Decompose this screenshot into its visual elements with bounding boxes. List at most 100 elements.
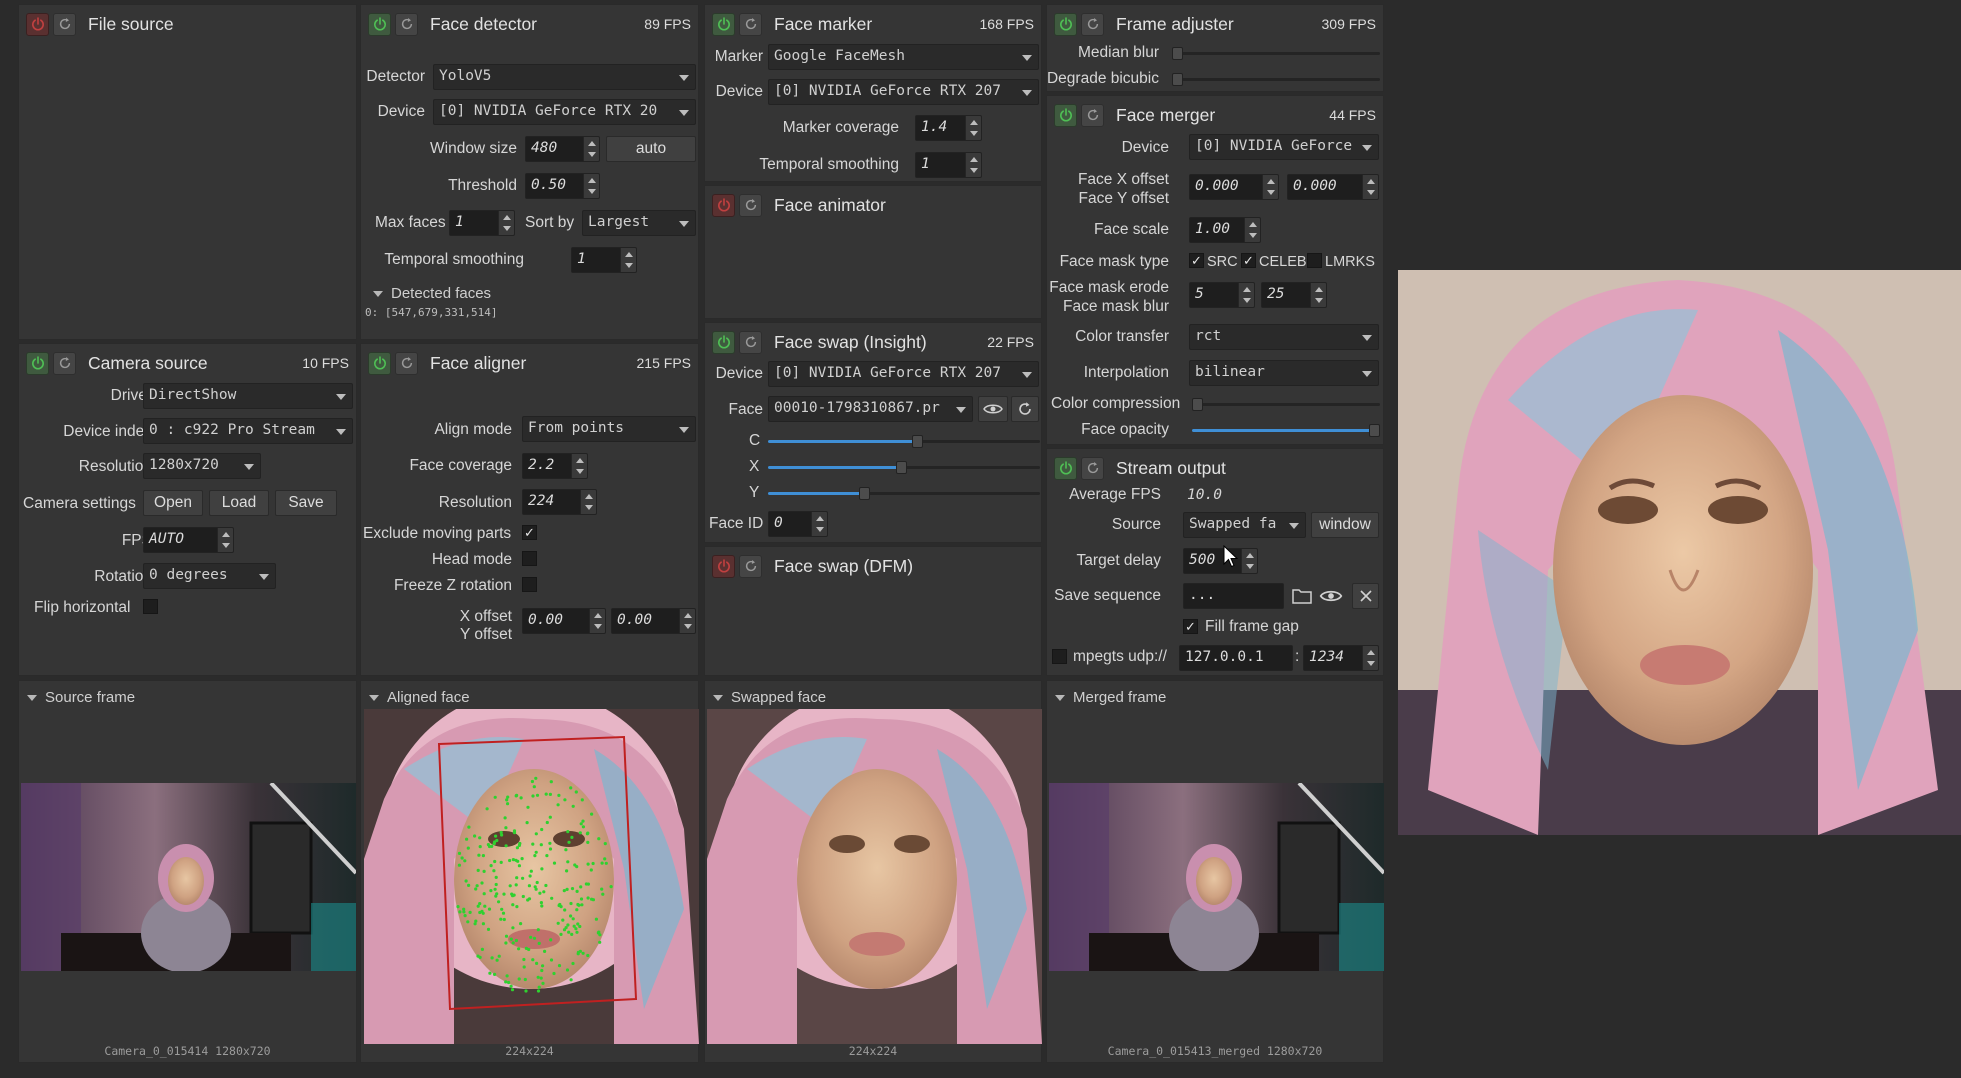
- reset-icon[interactable]: [739, 554, 762, 578]
- mpegts-checkbox[interactable]: [1052, 649, 1067, 664]
- face-id-spinbox[interactable]: 0: [768, 511, 828, 537]
- device-select[interactable]: [0] NVIDIA GeForce RTX 207: [768, 79, 1039, 105]
- x-offset-spinbox[interactable]: 0.00: [522, 608, 606, 634]
- face-mask-erode-spinbox[interactable]: 5: [1189, 282, 1255, 308]
- align-mode-select[interactable]: From points: [522, 416, 696, 442]
- temporal-smoothing-spinbox[interactable]: 1: [915, 152, 982, 178]
- reset-icon[interactable]: [739, 193, 762, 217]
- reset-icon[interactable]: [395, 351, 418, 375]
- device-select[interactable]: [0] NVIDIA GeForce RTX 207: [768, 361, 1039, 387]
- y-slider[interactable]: [768, 487, 1040, 500]
- power-icon[interactable]: [26, 351, 49, 375]
- spin-arrows-icon[interactable]: [811, 512, 827, 536]
- slider-handle[interactable]: [1369, 424, 1380, 437]
- spin-arrows-icon[interactable]: [1238, 283, 1254, 307]
- reset-icon[interactable]: [53, 351, 76, 375]
- sort-by-select[interactable]: Largest: [582, 210, 696, 236]
- window-size-spinbox[interactable]: 480: [525, 136, 600, 162]
- reset-icon[interactable]: [739, 330, 762, 354]
- spin-arrows-icon[interactable]: [1310, 283, 1326, 307]
- flip-horizontal-checkbox[interactable]: [143, 599, 158, 614]
- slider-handle[interactable]: [859, 487, 871, 500]
- spin-arrows-icon[interactable]: [571, 454, 587, 478]
- slider-handle[interactable]: [1172, 47, 1183, 60]
- power-icon[interactable]: [1054, 456, 1077, 480]
- face-x-offset-spinbox[interactable]: 0.000: [1189, 174, 1279, 200]
- spin-arrows-icon[interactable]: [965, 116, 981, 140]
- swapped-face-toggle[interactable]: Swapped face: [713, 689, 826, 706]
- spin-arrows-icon[interactable]: [1362, 175, 1378, 199]
- color-transfer-select[interactable]: rct: [1189, 324, 1379, 350]
- address-field[interactable]: 127.0.0.1: [1179, 645, 1293, 671]
- fps-spinbox[interactable]: AUTO: [143, 527, 234, 553]
- face-opacity-slider[interactable]: [1192, 424, 1380, 437]
- power-icon[interactable]: [712, 330, 735, 354]
- load-button[interactable]: Load: [209, 490, 269, 516]
- spin-arrows-icon[interactable]: [1262, 175, 1278, 199]
- resolution-select[interactable]: 1280x720: [143, 453, 261, 479]
- device-index-select[interactable]: 0 : c922 Pro Stream: [143, 418, 353, 444]
- slider-handle[interactable]: [1192, 398, 1203, 411]
- freeze-z-rotation-checkbox[interactable]: [522, 577, 537, 592]
- slider-handle[interactable]: [1172, 73, 1183, 86]
- face-model-select[interactable]: 00010-1798310867.pr: [768, 396, 973, 422]
- reset-icon[interactable]: [53, 12, 76, 36]
- power-icon[interactable]: [1054, 12, 1077, 36]
- save-sequence-field[interactable]: ...: [1183, 583, 1284, 609]
- target-delay-spinbox[interactable]: 500: [1183, 548, 1258, 574]
- source-select[interactable]: Swapped fa: [1183, 512, 1306, 538]
- exclude-moving-parts-checkbox[interactable]: ✓: [522, 525, 537, 540]
- celeb-checkbox[interactable]: ✓: [1241, 253, 1256, 268]
- reset-icon[interactable]: [1081, 456, 1104, 480]
- open-button[interactable]: Open: [143, 490, 203, 516]
- spin-arrows-icon[interactable]: [965, 153, 981, 177]
- power-icon[interactable]: [712, 554, 735, 578]
- spin-arrows-icon[interactable]: [1244, 218, 1260, 242]
- slider-handle[interactable]: [911, 435, 923, 448]
- lmrks-checkbox[interactable]: [1307, 253, 1322, 268]
- fill-frame-gap-checkbox[interactable]: ✓: [1183, 619, 1198, 634]
- marker-coverage-spinbox[interactable]: 1.4: [915, 115, 982, 141]
- threshold-spinbox[interactable]: 0.50: [525, 173, 600, 199]
- detector-select[interactable]: YoloV5: [433, 64, 696, 90]
- window-button[interactable]: window: [1311, 512, 1379, 538]
- power-icon[interactable]: [26, 12, 49, 36]
- power-icon[interactable]: [368, 12, 391, 36]
- power-icon[interactable]: [712, 193, 735, 217]
- color-compression-slider[interactable]: [1192, 398, 1380, 411]
- merged-frame-toggle[interactable]: Merged frame: [1055, 689, 1166, 706]
- source-frame-toggle[interactable]: Source frame: [27, 689, 135, 706]
- resolution-spinbox[interactable]: 224: [522, 489, 597, 515]
- degrade-bicubic-slider[interactable]: [1172, 73, 1380, 86]
- spin-arrows-icon[interactable]: [583, 174, 599, 198]
- face-scale-spinbox[interactable]: 1.00: [1189, 217, 1261, 243]
- save-button[interactable]: Save: [275, 490, 337, 516]
- reset-icon[interactable]: [739, 12, 762, 36]
- spin-arrows-icon[interactable]: [620, 248, 636, 272]
- eye-icon[interactable]: [1319, 588, 1343, 609]
- c-slider[interactable]: [768, 435, 1040, 448]
- interpolation-select[interactable]: bilinear: [1189, 360, 1379, 386]
- eye-button[interactable]: [978, 396, 1008, 422]
- device-select[interactable]: [0] NVIDIA GeForce RTX 20: [433, 99, 696, 125]
- spin-arrows-icon[interactable]: [1241, 549, 1257, 573]
- spin-arrows-icon[interactable]: [217, 528, 233, 552]
- power-icon[interactable]: [1054, 103, 1077, 127]
- auto-button[interactable]: auto: [606, 136, 696, 162]
- y-offset-spinbox[interactable]: 0.00: [611, 608, 696, 634]
- max-faces-spinbox[interactable]: 1: [449, 210, 515, 236]
- aligned-face-toggle[interactable]: Aligned face: [369, 689, 470, 706]
- reset-icon[interactable]: [1081, 12, 1104, 36]
- face-y-offset-spinbox[interactable]: 0.000: [1287, 174, 1379, 200]
- detected-faces-toggle[interactable]: Detected faces: [373, 285, 491, 302]
- src-checkbox[interactable]: ✓: [1189, 253, 1204, 268]
- head-mode-checkbox[interactable]: [522, 551, 537, 566]
- temporal-smoothing-spinbox[interactable]: 1: [571, 247, 637, 273]
- port-spinbox[interactable]: 1234: [1303, 645, 1379, 671]
- power-icon[interactable]: [712, 12, 735, 36]
- marker-select[interactable]: Google FaceMesh: [768, 44, 1039, 70]
- spin-arrows-icon[interactable]: [498, 211, 514, 235]
- slider-handle[interactable]: [895, 461, 907, 474]
- spin-arrows-icon[interactable]: [583, 137, 599, 161]
- spin-arrows-icon[interactable]: [1362, 646, 1378, 670]
